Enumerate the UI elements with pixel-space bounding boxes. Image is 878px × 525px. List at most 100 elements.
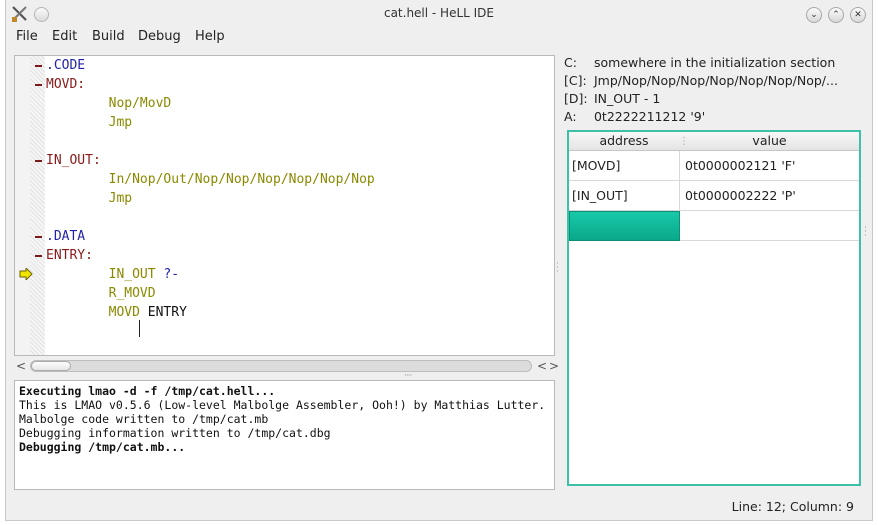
memory-table-header: address ⋮ value <box>569 132 859 151</box>
console-line: Debugging /tmp/cat.mb... <box>19 440 186 454</box>
code-line[interactable]: IN_OUT: <box>46 151 101 170</box>
close-button[interactable]: ✕ <box>850 7 866 23</box>
register-a-value: 0t2222211212 '9' <box>593 109 706 124</box>
code-line[interactable]: Jmp <box>46 113 132 132</box>
cursor-position-status: Line: 12; Column: 9 <box>731 499 854 514</box>
register-a-label: A: <box>564 109 577 124</box>
scroll-left-icon[interactable]: < <box>16 359 26 373</box>
value-cell[interactable]: 0t0000002121 'F' <box>680 151 859 181</box>
code-token: R_MOVD <box>108 286 156 301</box>
text-cursor <box>139 320 140 337</box>
console-line: Malbolge code written to /tmp/cat.mb <box>19 412 269 426</box>
scroll-right-icon[interactable]: > <box>549 359 559 373</box>
code-token: IN_OUT: <box>46 153 101 168</box>
maximize-button[interactable]: ⌃ <box>828 7 844 23</box>
menu-build[interactable]: Build <box>90 29 127 44</box>
address-cell[interactable]: [MOVD] <box>569 151 680 181</box>
window-title: cat.hell - HeLL IDE <box>383 6 495 20</box>
menu-edit[interactable]: Edit <box>50 29 79 44</box>
code-token: .DATA <box>46 229 86 244</box>
table-row[interactable]: [IN_OUT] 0t0000002222 'P' <box>569 181 859 211</box>
register-cc: [C]: Jmp/Nop/Nop/Nop/Nop/Nop/Nop/Nop/... <box>564 73 838 88</box>
code-token: Jmp <box>108 191 133 206</box>
code-token: /MovD <box>132 96 172 111</box>
column-header-value[interactable]: value <box>680 133 859 148</box>
fold-marker-icon[interactable] <box>35 160 42 162</box>
table-row[interactable] <box>569 211 859 241</box>
address-cell[interactable]: [IN_OUT] <box>569 181 680 211</box>
code-token: IN_OUT <box>108 267 156 282</box>
current-line-arrow-icon <box>19 268 33 280</box>
code-token: MOVD <box>108 305 140 320</box>
value-cell[interactable]: 0t0000002222 'P' <box>680 181 859 211</box>
register-c-label: C: <box>564 55 577 70</box>
code-line[interactable]: IN_OUT ?- <box>46 265 179 284</box>
code-token: ENTRY: <box>46 248 93 263</box>
code-line[interactable]: R_MOVD <box>46 284 156 303</box>
ide-window: cat.hell - HeLL IDE ⌄ ⌃ ✕ File Edit Buil… <box>5 0 873 521</box>
code-line[interactable]: MOVD ENTRY <box>46 303 187 322</box>
chevron-up-icon: ⌃ <box>832 10 840 20</box>
console-line: Executing lmao -d -f /tmp/cat.hell... <box>19 384 276 398</box>
editor-horizontal-scrollbar[interactable]: < < > <box>14 359 559 373</box>
code-line[interactable]: .DATA <box>46 227 85 246</box>
memory-table[interactable]: address ⋮ value [MOVD] 0t0000002121 'F' … <box>567 130 861 486</box>
register-dd: [D]: IN_OUT - 1 <box>564 91 660 106</box>
register-dd-label: [D]: <box>564 91 588 106</box>
scroll-thumb[interactable] <box>31 361 71 371</box>
value-cell[interactable] <box>680 211 859 241</box>
console-lines: Executing lmao -d -f /tmp/cat.hell... Thi… <box>19 384 550 454</box>
menu-debug[interactable]: Debug <box>136 29 183 44</box>
code-token: /Nop/Out/Nop/Nop/Nop/Nop/Nop/Nop <box>124 172 375 187</box>
code-token: ENTRY <box>139 305 187 320</box>
right-splitter-handle[interactable]: · · · <box>864 224 867 241</box>
code-token: Nop <box>108 96 133 111</box>
code-token: Jmp <box>108 115 133 130</box>
console-line: Debugging information written to /tmp/ca… <box>19 426 331 440</box>
code-line[interactable]: .CODE <box>46 56 85 75</box>
code-line[interactable]: MOVD: <box>46 75 85 94</box>
fold-marker-icon[interactable] <box>35 236 42 238</box>
register-cc-value: Jmp/Nop/Nop/Nop/Nop/Nop/Nop/Nop/... <box>593 73 838 88</box>
title-bar: cat.hell - HeLL IDE ⌄ ⌃ ✕ <box>6 0 872 28</box>
column-header-address[interactable]: address <box>569 133 679 148</box>
minimize-button[interactable]: ⌄ <box>806 7 822 23</box>
fold-marker-icon[interactable] <box>35 84 42 86</box>
code-line[interactable]: Jmp <box>46 189 132 208</box>
code-line[interactable]: ENTRY: <box>46 246 93 265</box>
code-token: MOVD: <box>46 77 86 92</box>
register-c-value: somewhere in the initialization section <box>593 55 836 70</box>
register-dd-value: IN_OUT - 1 <box>593 91 661 106</box>
code-token: .CODE <box>46 58 86 73</box>
output-console[interactable]: Executing lmao -d -f /tmp/cat.hell... Thi… <box>14 380 555 490</box>
scroll-track[interactable] <box>30 360 532 372</box>
chevron-down-icon: ⌄ <box>810 10 818 20</box>
fold-marker-icon[interactable] <box>35 65 42 67</box>
register-a: A: 0t2222211212 '9' <box>564 109 705 124</box>
code-editor[interactable]: .CODE MOVD: Nop/MovD Jmp IN_OUT: In/Nop/Ou… <box>14 55 555 356</box>
close-icon: ✕ <box>854 10 862 20</box>
fold-margin <box>30 56 45 355</box>
menu-help[interactable]: Help <box>193 29 227 44</box>
code-token: ?- <box>155 267 180 282</box>
address-cell-selected[interactable] <box>569 211 680 241</box>
fold-marker-icon[interactable] <box>35 255 42 257</box>
menu-file[interactable]: File <box>14 29 40 44</box>
vertical-splitter-handle[interactable]: · · · <box>556 260 559 277</box>
register-c: C: somewhere in the initialization secti… <box>564 55 835 70</box>
table-row[interactable]: [MOVD] 0t0000002121 'F' <box>569 151 859 181</box>
code-token: In <box>108 172 125 187</box>
register-cc-label: [C]: <box>564 73 587 88</box>
code-line[interactable]: In/Nop/Out/Nop/Nop/Nop/Nop/Nop/Nop <box>46 170 375 189</box>
menu-bar: File Edit Build Debug Help <box>6 28 872 48</box>
scroll-left-icon-2[interactable]: < <box>537 359 547 373</box>
console-line: This is LMAO v0.5.6 (Low-level Malbolge … <box>19 398 546 412</box>
code-line[interactable]: Nop/MovD <box>46 94 172 113</box>
